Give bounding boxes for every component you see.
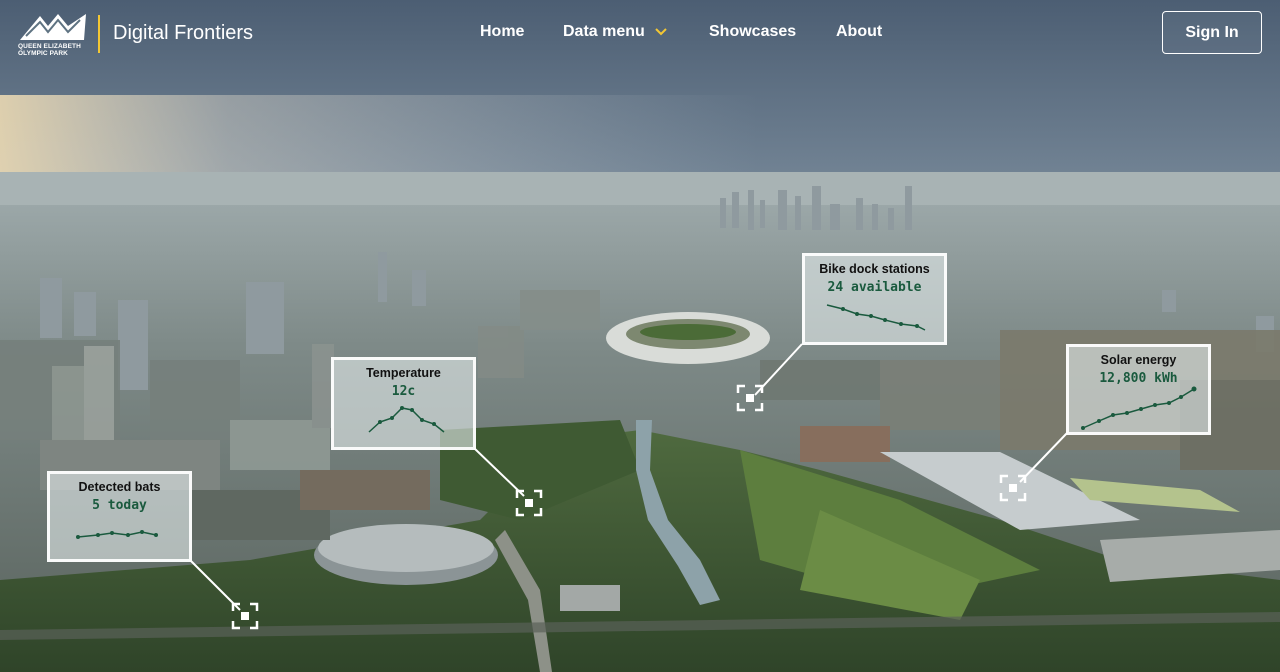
bikes-sparkline-icon [826,304,926,331]
aerial-city-background [0,0,1280,672]
logo-divider [98,15,100,53]
nav-data-menu[interactable]: Data menu [563,23,667,41]
site-title[interactable]: Digital Frontiers [113,22,253,45]
bikes-location-marker-icon[interactable] [736,384,764,412]
card-solar-energy[interactable]: Solar energy 12,800 kWh [1066,344,1211,435]
nav-showcases[interactable]: Showcases [709,23,796,41]
bats-location-marker-icon[interactable] [231,602,259,630]
logo-wordmark: QUEEN ELIZABETH OLYMPIC PARK [18,43,81,57]
park-logo-icon [20,14,86,40]
solar-sparkline-icon [1081,386,1197,430]
sign-in-button[interactable]: Sign In [1162,11,1262,54]
card-detected-bats[interactable]: Detected bats 5 today [47,471,192,562]
solar-location-marker-icon[interactable] [999,474,1027,502]
park-logo[interactable]: QUEEN ELIZABETH OLYMPIC PARK [18,12,90,58]
temperature-location-marker-icon[interactable] [515,489,543,517]
card-bike-dock-stations[interactable]: Bike dock stations 24 available [802,253,947,345]
nav-home[interactable]: Home [480,23,524,41]
temperature-sparkline-icon [368,406,445,433]
chevron-down-icon [655,28,667,36]
card-temperature[interactable]: Temperature 12c [331,357,476,450]
nav-about[interactable]: About [836,23,882,41]
bats-sparkline-icon [76,530,158,539]
nav-data-menu-label: Data menu [563,23,645,40]
top-navigation-bar: QUEEN ELIZABETH OLYMPIC PARK Digital Fro… [0,0,1280,66]
